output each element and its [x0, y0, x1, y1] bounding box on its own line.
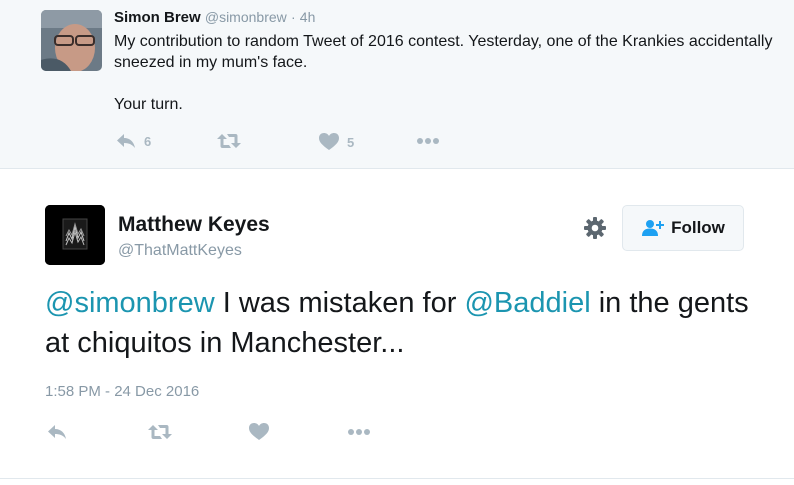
mention-link[interactable]: @simonbrew	[45, 287, 215, 319]
avatar[interactable]	[41, 10, 102, 71]
like-button[interactable]: 5	[319, 133, 354, 151]
retweet-icon	[217, 134, 241, 148]
retweet-icon	[148, 425, 172, 439]
heart-icon	[249, 423, 269, 440]
user-handle[interactable]: @simonbrew	[205, 9, 287, 25]
retweet-button[interactable]	[148, 424, 172, 440]
gear-icon[interactable]	[583, 216, 607, 245]
parent-tweet[interactable]: Simon Brew @simonbrew · 4h My contributi…	[0, 0, 794, 169]
reply-icon	[117, 134, 135, 148]
reply-count: 6	[144, 133, 152, 149]
more-button[interactable]	[347, 428, 371, 436]
mention-link[interactable]: @Baddiel	[464, 287, 590, 319]
follow-label: Follow	[671, 218, 725, 237]
heart-icon	[319, 133, 339, 150]
separator: ·	[290, 9, 296, 25]
divider	[0, 478, 794, 479]
tweet-text-line: My contribution to random Tweet of 2016 …	[114, 33, 773, 71]
tweet-text: My contribution to random Tweet of 2016 …	[114, 31, 774, 115]
follow-button[interactable]: Follow	[622, 205, 744, 251]
tweet-text-segment: I was mistaken for	[214, 287, 465, 319]
reply-icon	[48, 425, 66, 439]
more-button[interactable]	[416, 137, 440, 145]
retweet-button[interactable]	[217, 133, 241, 149]
reply-button[interactable]: 6	[116, 133, 151, 149]
more-icon	[417, 138, 439, 144]
tweet-timestamp[interactable]: 1:58 PM - 24 Dec 2016	[45, 383, 199, 400]
user-name[interactable]: Matthew Keyes	[118, 213, 270, 237]
like-button[interactable]	[249, 423, 269, 441]
user-handle[interactable]: @ThatMattKeyes	[118, 242, 242, 260]
tweet-text-line: Your turn.	[114, 96, 183, 113]
more-icon	[348, 429, 370, 435]
tweet-text: @simonbrew I was mistaken for @Baddiel i…	[45, 283, 765, 363]
follow-person-icon	[642, 220, 665, 236]
tweet-time[interactable]: 4h	[300, 9, 316, 25]
like-count: 5	[347, 134, 355, 150]
tweet-header: Simon Brew @simonbrew · 4h	[114, 9, 315, 26]
user-name[interactable]: Simon Brew	[114, 9, 201, 26]
reply-button[interactable]	[47, 424, 67, 440]
avatar[interactable]	[45, 205, 105, 265]
